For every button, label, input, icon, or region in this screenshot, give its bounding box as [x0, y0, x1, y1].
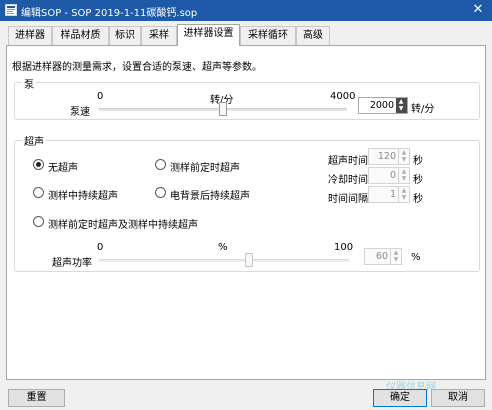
power-slider-thumb[interactable] [245, 253, 253, 267]
pump-slider-max: 4000 [330, 91, 356, 102]
tab-sampler-settings[interactable]: 进样器设置 [177, 24, 240, 46]
app-icon [5, 4, 17, 16]
power-stepper[interactable]: 60 ▲ ▼ [364, 248, 402, 265]
power-value[interactable]: 60 [376, 251, 388, 262]
stepper-up-icon[interactable]: ▲ [396, 98, 406, 105]
cooling-time-unit: 秒 [413, 175, 423, 186]
radio-timed-before[interactable] [155, 159, 166, 170]
cooling-time-stepper[interactable]: 0 ▲ ▼ [368, 167, 410, 184]
radio-continuous-during[interactable] [33, 187, 44, 198]
stepper-up-icon[interactable]: ▲ [391, 249, 401, 256]
time-interval-stepper[interactable]: 1 ▲ ▼ [368, 186, 410, 203]
stepper-arrows[interactable]: ▲ ▼ [398, 149, 409, 164]
stepper-arrows[interactable]: ▲ ▼ [398, 187, 409, 202]
reset-button[interactable]: 重置 [8, 389, 65, 407]
tab-strip: 进样器 样品材质 标识 采样 进样器设置 采样循环 高级 [0, 21, 492, 46]
stepper-down-icon[interactable]: ▼ [399, 175, 409, 182]
pump-slider-min: 0 [97, 91, 104, 102]
power-slider-track[interactable] [99, 259, 349, 262]
stepper-down-icon[interactable]: ▼ [399, 156, 409, 163]
time-interval-label: 时间间隔 [328, 194, 368, 205]
pump-speed-value[interactable]: 2000 [370, 100, 394, 111]
tab-sampling-cycle[interactable]: 采样循环 [240, 26, 296, 45]
stepper-up-icon[interactable]: ▲ [399, 187, 409, 194]
tab-sample-material[interactable]: 样品材质 [52, 26, 109, 45]
option-label-continuous-during[interactable]: 测样中持续超声 [48, 187, 118, 202]
radio-selected-dot [36, 162, 41, 167]
power-slider-max: 100 [334, 242, 354, 253]
time-interval-value[interactable]: 1 [390, 189, 396, 200]
stepper-arrows[interactable]: ▲ ▼ [390, 249, 401, 264]
cooling-time-label: 冷却时间 [328, 175, 368, 186]
stepper-down-icon[interactable]: ▼ [399, 194, 409, 201]
option-label-no-ultrasound[interactable]: 无超声 [48, 159, 78, 174]
power-label: 超声功率 [52, 258, 92, 269]
power-slider-min: 0 [97, 242, 104, 253]
title-bar: 编辑SOP - SOP 2019-1-11碳酸钙.sop ✕ [0, 0, 492, 21]
close-icon[interactable]: ✕ [470, 2, 486, 18]
pump-group-label: 泵 [22, 76, 36, 91]
tab-sampler[interactable]: 进样器 [8, 26, 52, 45]
option-label-timed-and-continuous[interactable]: 测样前定时超声及测样中持续超声 [48, 216, 198, 231]
tab-sampling[interactable]: 采样 [141, 26, 177, 45]
tab-identification[interactable]: 标识 [109, 26, 141, 45]
description-text: 根据进样器的测量需求，设置合适的泵速、超声等参数。 [12, 62, 262, 73]
radio-timed-and-continuous[interactable] [33, 216, 44, 227]
option-label-timed-before[interactable]: 测样前定时超声 [170, 159, 240, 174]
ultrasound-time-value[interactable]: 120 [378, 151, 396, 162]
pump-speed-unit: 转/分 [411, 104, 435, 115]
cancel-button[interactable]: 取消 [431, 389, 485, 407]
radio-after-background[interactable] [155, 187, 166, 198]
radio-no-ultrasound[interactable] [33, 159, 44, 170]
power-unit: % [411, 252, 421, 263]
ok-button[interactable]: 确定 [373, 389, 427, 407]
ultrasound-time-unit: 秒 [413, 156, 423, 167]
time-interval-unit: 秒 [413, 194, 423, 205]
option-label-after-background[interactable]: 电背景后持续超声 [170, 187, 250, 202]
stepper-arrows[interactable]: ▲ ▼ [396, 98, 407, 113]
window-title: 编辑SOP - SOP 2019-1-11碳酸钙.sop [21, 8, 198, 19]
pump-speed-stepper[interactable]: 2000 ▲ ▼ [358, 97, 408, 114]
ultrasound-time-label: 超声时间 [328, 156, 368, 167]
power-slider-unit: % [218, 242, 228, 253]
ultrasound-group-label: 超声 [22, 133, 46, 148]
ultrasound-time-stepper[interactable]: 120 ▲ ▼ [368, 148, 410, 165]
cooling-time-value[interactable]: 0 [390, 170, 396, 181]
pump-speed-slider-thumb[interactable] [219, 102, 227, 116]
stepper-arrows[interactable]: ▲ ▼ [398, 168, 409, 183]
stepper-up-icon[interactable]: ▲ [399, 168, 409, 175]
pump-speed-label: 泵速 [70, 107, 90, 118]
stepper-down-icon[interactable]: ▼ [391, 256, 401, 263]
stepper-up-icon[interactable]: ▲ [399, 149, 409, 156]
tab-advanced[interactable]: 高级 [296, 26, 330, 45]
stepper-down-icon[interactable]: ▼ [396, 105, 406, 112]
